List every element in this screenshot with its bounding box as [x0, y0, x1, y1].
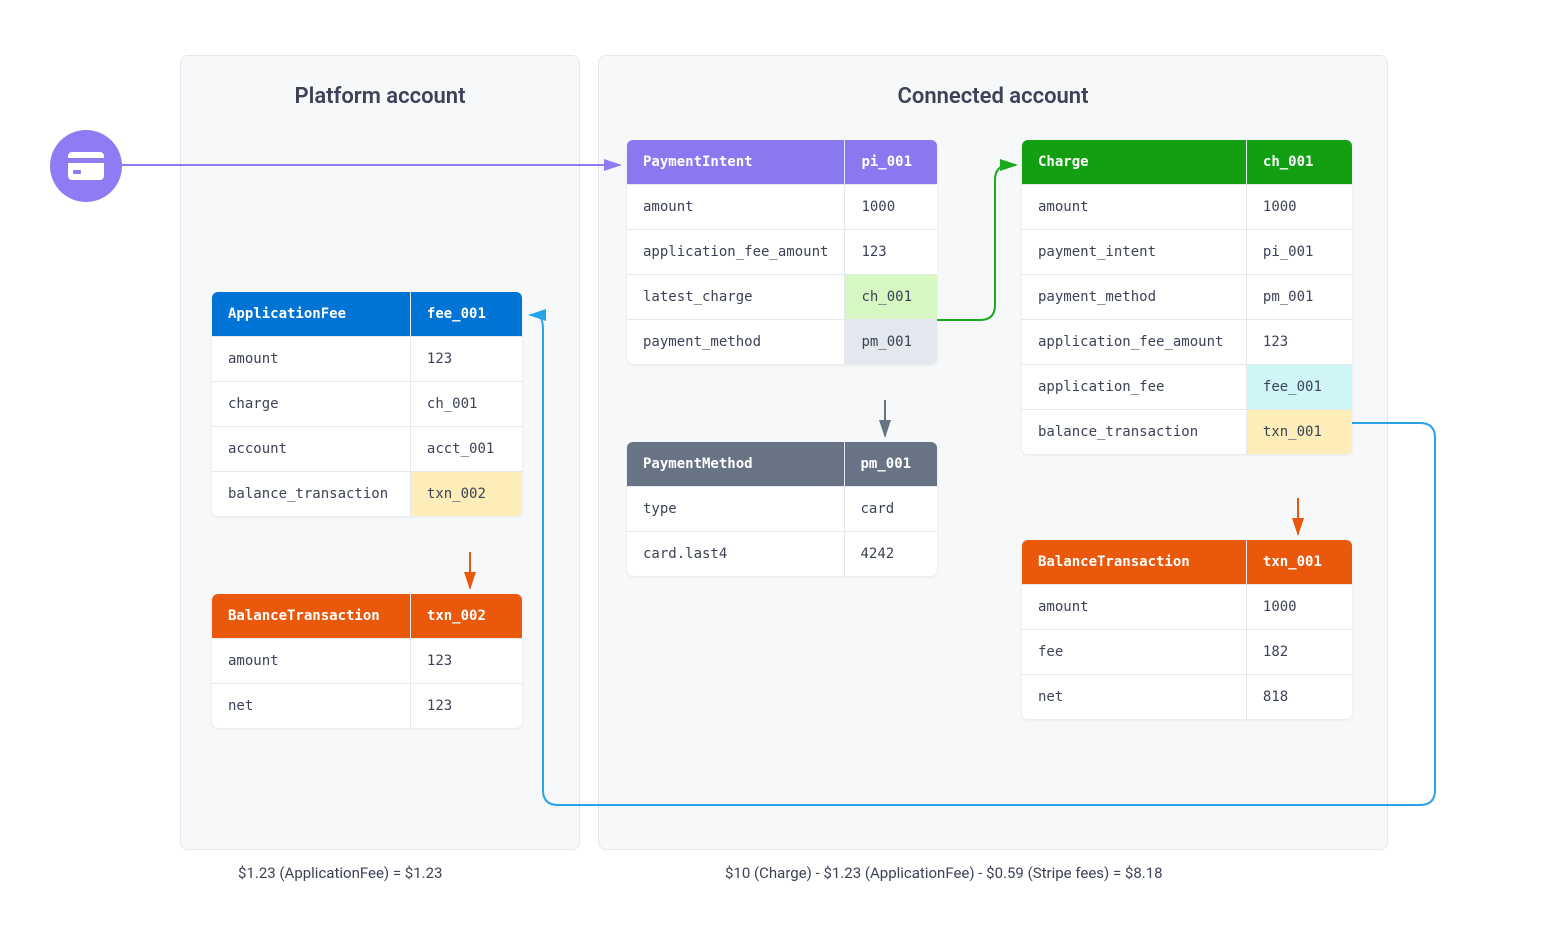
- prop-key: card.last4: [627, 532, 844, 577]
- prop-key: payment_method: [627, 320, 845, 365]
- prop-value: 123: [410, 639, 522, 684]
- prop-value: acct_001: [410, 427, 522, 472]
- prop-key: application_fee: [1022, 365, 1246, 410]
- prop-key: account: [212, 427, 410, 472]
- balance-transaction-1-object: BalanceTransactiontxn_001 amount1000fee1…: [1022, 540, 1352, 719]
- balance-transaction-2-object: BalanceTransactiontxn_002 amount123net12…: [212, 594, 522, 728]
- object-name: BalanceTransaction: [212, 594, 410, 639]
- prop-value: ch_001: [845, 275, 937, 320]
- prop-key: application_fee_amount: [1022, 320, 1246, 365]
- table-row: typecard: [627, 487, 937, 532]
- table-row: balance_transactiontxn_002: [212, 472, 522, 517]
- table-row: payment_methodpm_001: [1022, 275, 1352, 320]
- object-name: ApplicationFee: [212, 292, 410, 337]
- object-header: Chargech_001: [1022, 140, 1352, 185]
- table-row: card.last44242: [627, 532, 937, 577]
- object-id: ch_001: [1246, 140, 1352, 185]
- object-header: BalanceTransactiontxn_001: [1022, 540, 1352, 585]
- table-row: accountacct_001: [212, 427, 522, 472]
- object-header: BalanceTransactiontxn_002: [212, 594, 522, 639]
- object-name: Charge: [1022, 140, 1246, 185]
- payment-intent-object: PaymentIntentpi_001 amount1000applicatio…: [627, 140, 937, 364]
- prop-key: payment_intent: [1022, 230, 1246, 275]
- prop-key: balance_transaction: [1022, 410, 1246, 455]
- table-row: amount1000: [1022, 185, 1352, 230]
- table-row: latest_chargech_001: [627, 275, 937, 320]
- table-row: amount123: [212, 639, 522, 684]
- object-id: txn_002: [410, 594, 522, 639]
- prop-value: 123: [410, 337, 522, 382]
- charge-object: Chargech_001 amount1000payment_intentpi_…: [1022, 140, 1352, 454]
- prop-key: amount: [1022, 585, 1246, 630]
- prop-value: 123: [410, 684, 522, 729]
- object-id: pi_001: [845, 140, 937, 185]
- prop-key: charge: [212, 382, 410, 427]
- prop-value: txn_002: [410, 472, 522, 517]
- prop-key: amount: [1022, 185, 1246, 230]
- object-name: PaymentIntent: [627, 140, 845, 185]
- prop-value: 123: [1246, 320, 1352, 365]
- table-row: balance_transactiontxn_001: [1022, 410, 1352, 455]
- table-row: chargech_001: [212, 382, 522, 427]
- table-row: amount1000: [1022, 585, 1352, 630]
- table-row: payment_methodpm_001: [627, 320, 937, 365]
- application-fee-object: ApplicationFeefee_001 amount123chargech_…: [212, 292, 522, 516]
- prop-value: card: [844, 487, 937, 532]
- prop-value: ch_001: [410, 382, 522, 427]
- table-row: net818: [1022, 675, 1352, 720]
- prop-key: type: [627, 487, 844, 532]
- object-name: PaymentMethod: [627, 442, 844, 487]
- object-name: BalanceTransaction: [1022, 540, 1246, 585]
- prop-value: pm_001: [1246, 275, 1352, 320]
- table-row: application_feefee_001: [1022, 365, 1352, 410]
- prop-value: 123: [845, 230, 937, 275]
- table-row: fee182: [1022, 630, 1352, 675]
- connected-caption: $10 (Charge) - $1.23 (ApplicationFee) - …: [725, 864, 1163, 882]
- prop-value: 182: [1246, 630, 1352, 675]
- table-row: amount123: [212, 337, 522, 382]
- connected-title: Connected account: [599, 56, 1387, 109]
- table-row: payment_intentpi_001: [1022, 230, 1352, 275]
- prop-value: txn_001: [1246, 410, 1352, 455]
- card-icon: [50, 130, 122, 202]
- prop-key: fee: [1022, 630, 1246, 675]
- prop-key: net: [212, 684, 410, 729]
- object-header: PaymentMethodpm_001: [627, 442, 937, 487]
- prop-key: payment_method: [1022, 275, 1246, 320]
- platform-title: Platform account: [181, 56, 579, 109]
- prop-value: 1000: [1246, 585, 1352, 630]
- prop-value: pm_001: [845, 320, 937, 365]
- prop-value: 1000: [845, 185, 937, 230]
- object-id: txn_001: [1246, 540, 1352, 585]
- object-header: PaymentIntentpi_001: [627, 140, 937, 185]
- prop-value: fee_001: [1246, 365, 1352, 410]
- table-row: application_fee_amount123: [1022, 320, 1352, 365]
- prop-key: balance_transaction: [212, 472, 410, 517]
- payment-method-object: PaymentMethodpm_001 typecardcard.last442…: [627, 442, 937, 576]
- table-row: amount1000: [627, 185, 937, 230]
- prop-value: 4242: [844, 532, 937, 577]
- table-row: application_fee_amount123: [627, 230, 937, 275]
- object-id: fee_001: [410, 292, 522, 337]
- prop-key: amount: [212, 337, 410, 382]
- platform-caption: $1.23 (ApplicationFee) = $1.23: [238, 864, 442, 882]
- prop-key: net: [1022, 675, 1246, 720]
- prop-key: amount: [627, 185, 845, 230]
- prop-value: 818: [1246, 675, 1352, 720]
- prop-key: application_fee_amount: [627, 230, 845, 275]
- prop-value: pi_001: [1246, 230, 1352, 275]
- prop-key: amount: [212, 639, 410, 684]
- prop-key: latest_charge: [627, 275, 845, 320]
- object-id: pm_001: [844, 442, 937, 487]
- prop-value: 1000: [1246, 185, 1352, 230]
- table-row: net123: [212, 684, 522, 729]
- object-header: ApplicationFeefee_001: [212, 292, 522, 337]
